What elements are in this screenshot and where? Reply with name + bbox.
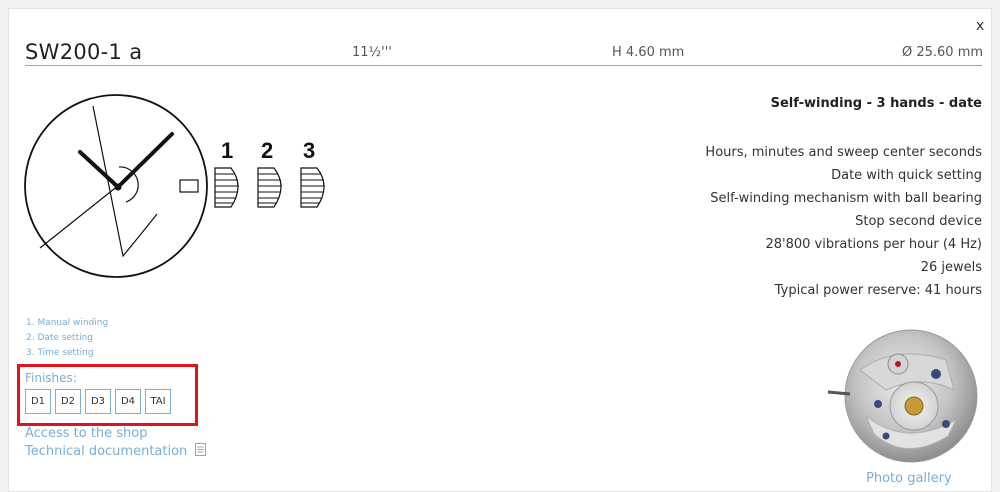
crown-position-3: 3 [300, 138, 325, 208]
feature-item: Self-winding mechanism with ball bearing [710, 191, 982, 206]
finish-button-d4[interactable]: D4 [115, 389, 141, 414]
photo-gallery-link[interactable]: Photo gallery [866, 471, 952, 486]
note-item: 1. Manual winding [26, 318, 109, 328]
technical-documentation-label: Technical documentation [25, 444, 188, 459]
note-item: 3. Time setting [26, 348, 94, 358]
crown-position-label: 3 [303, 138, 315, 163]
feature-item: Hours, minutes and sweep center seconds [705, 145, 982, 160]
crown-position-label: 1 [221, 138, 233, 163]
height-spec: H 4.60 mm [612, 45, 685, 60]
technical-documentation-link[interactable]: Technical documentation [25, 443, 207, 459]
movement-photo[interactable] [826, 324, 986, 472]
note-item: 2. Date setting [26, 333, 94, 343]
watch-diagram: 1 2 3 [24, 94, 325, 278]
crown-position-2: 2 [257, 138, 282, 208]
finish-button-d2[interactable]: D2 [55, 389, 81, 414]
header-divider [25, 65, 982, 66]
feature-item: 28'800 vibrations per hour (4 Hz) [765, 237, 982, 252]
diameter-spec: Ø 25.60 mm [902, 45, 984, 60]
finish-button-d3[interactable]: D3 [85, 389, 111, 414]
crown-position-label: 2 [261, 138, 273, 163]
crown-position-1: 1 [214, 138, 239, 208]
feature-item: Typical power reserve: 41 hours [774, 283, 982, 298]
model-title: SW200-1 a [25, 40, 143, 64]
finishes-options: D1 D2 D3 D4 TAI [25, 389, 171, 414]
feature-item: Date with quick setting [831, 168, 982, 183]
shop-link[interactable]: Access to the shop [25, 426, 148, 441]
feature-item: 26 jewels [920, 260, 982, 275]
crown-notes: 1. Manual winding 2. Date setting 3. Tim… [26, 316, 108, 361]
close-icon[interactable]: x [976, 18, 984, 34]
document-icon [195, 443, 207, 456]
feature-list: Hours, minutes and sweep center seconds … [705, 141, 982, 302]
movement-type-headline: Self-winding - 3 hands - date [770, 96, 982, 111]
feature-item: Stop second device [855, 214, 982, 229]
size-spec: 11½''' [352, 45, 392, 60]
finishes-label: Finishes: [25, 371, 77, 385]
finish-button-d1[interactable]: D1 [25, 389, 51, 414]
finish-button-tai[interactable]: TAI [145, 389, 171, 414]
